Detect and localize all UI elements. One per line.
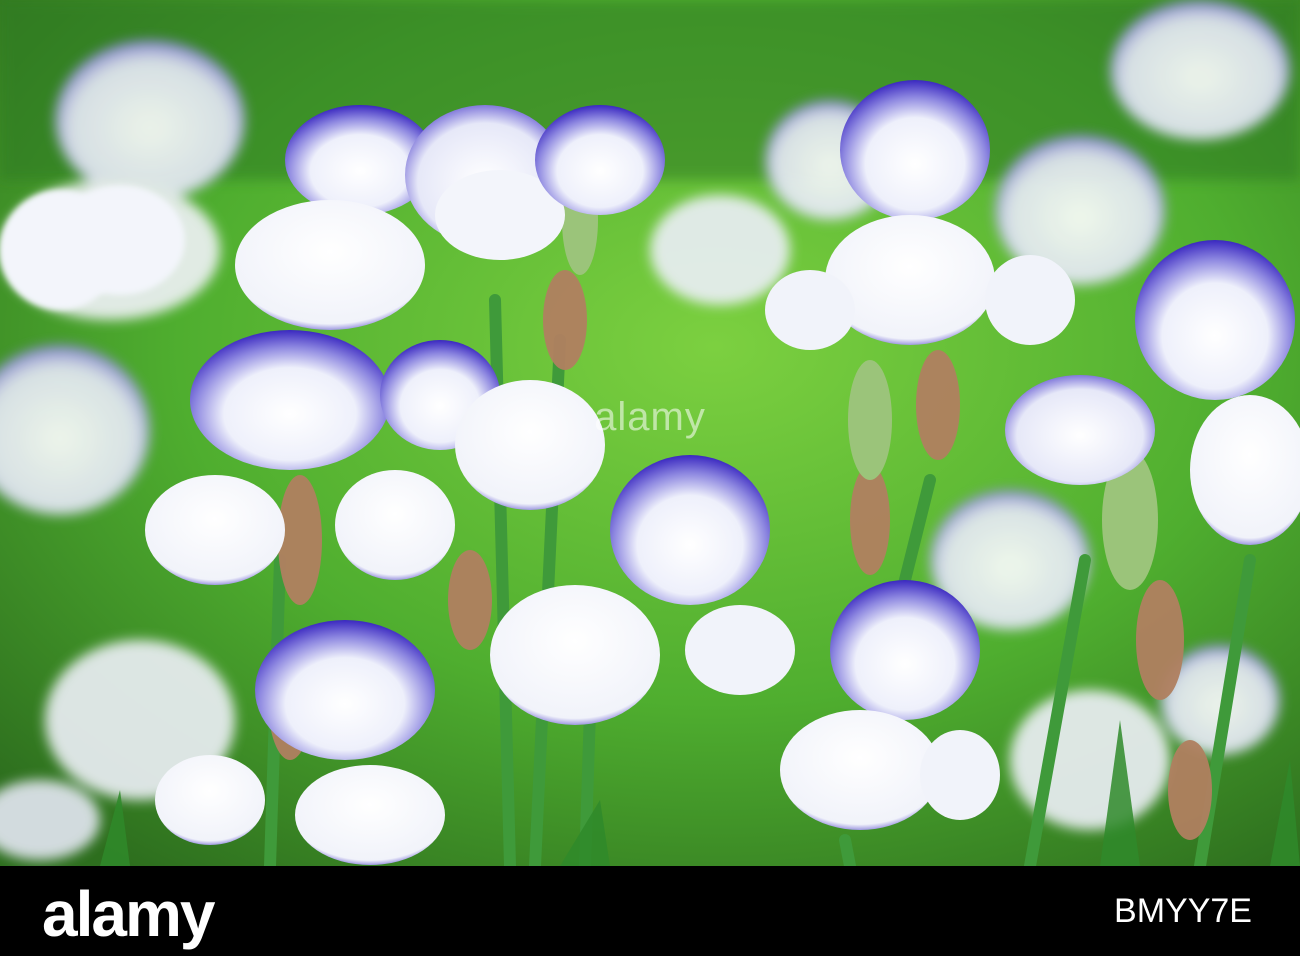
iris-photo-illustration (0, 0, 1300, 866)
footer-bar: alamy BMYY7E (0, 866, 1300, 956)
photo: alamy (0, 0, 1300, 866)
footer-logo: alamy (42, 878, 215, 950)
image-id-label: BMYY7E (1114, 892, 1252, 930)
